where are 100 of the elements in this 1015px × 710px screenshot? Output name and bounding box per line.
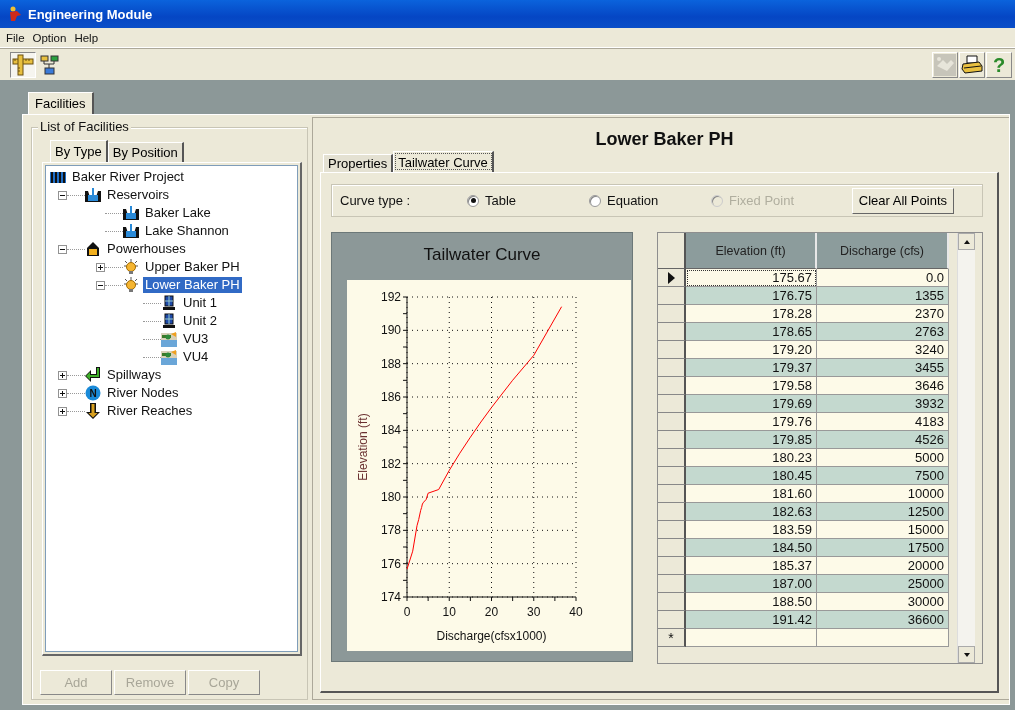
- table-cell[interactable]: 188.50: [686, 593, 817, 611]
- table-cell[interactable]: 179.76: [686, 413, 817, 431]
- table-cell[interactable]: 178.28: [686, 305, 817, 323]
- row-header[interactable]: [658, 449, 686, 467]
- collapse-toggle[interactable]: [58, 190, 67, 200]
- table-cell[interactable]: 3455: [817, 359, 949, 377]
- tab[interactable]: Properties: [323, 154, 394, 172]
- table-cell[interactable]: 20000: [817, 557, 949, 575]
- row-header[interactable]: [658, 611, 686, 629]
- tree-item[interactable]: Lower Baker PH: [143, 277, 242, 293]
- tree-item[interactable]: River Reaches: [105, 403, 195, 419]
- table-cell[interactable]: 2370: [817, 305, 949, 323]
- table-cell[interactable]: 180.45: [686, 467, 817, 485]
- table-cell[interactable]: 179.69: [686, 395, 817, 413]
- tab[interactable]: By Type: [50, 140, 108, 162]
- table-cell[interactable]: 36600: [817, 611, 949, 629]
- row-header[interactable]: [658, 323, 686, 341]
- tree-item[interactable]: Powerhouses: [105, 241, 188, 257]
- tree-item[interactable]: Baker Lake: [143, 205, 213, 221]
- table-cell[interactable]: 10000: [817, 485, 949, 503]
- tree-item[interactable]: River Nodes: [105, 385, 181, 401]
- row-header[interactable]: [658, 305, 686, 323]
- menu-item[interactable]: Option: [28, 31, 71, 44]
- tree-item[interactable]: Unit 1: [181, 295, 219, 311]
- row-header[interactable]: [658, 557, 686, 575]
- table-cell[interactable]: 185.37: [686, 557, 817, 575]
- menu-item[interactable]: File: [2, 31, 29, 44]
- table-cell[interactable]: 5000: [817, 449, 949, 467]
- tab[interactable]: By Position: [107, 142, 184, 162]
- row-header[interactable]: *: [658, 629, 686, 647]
- table-cell[interactable]: 175.67: [686, 269, 817, 287]
- table-cell[interactable]: 179.85: [686, 431, 817, 449]
- expand-toggle[interactable]: [58, 406, 67, 416]
- clear-button[interactable]: Clear All Points: [851, 187, 954, 214]
- table-cell[interactable]: 183.59: [686, 521, 817, 539]
- tab[interactable]: Tailwater Curve: [393, 151, 494, 172]
- table-cell[interactable]: 4183: [817, 413, 949, 431]
- table-cell[interactable]: 17500: [817, 539, 949, 557]
- row-header[interactable]: [658, 503, 686, 521]
- table-cell[interactable]: 179.37: [686, 359, 817, 377]
- column-header[interactable]: Discharge (cfs): [817, 233, 949, 269]
- table-cell[interactable]: 3932: [817, 395, 949, 413]
- collapse-toggle[interactable]: [58, 244, 67, 254]
- table-cell[interactable]: 178.65: [686, 323, 817, 341]
- table-cell[interactable]: 1355: [817, 287, 949, 305]
- scroll-down-button[interactable]: [958, 646, 975, 663]
- row-header[interactable]: [658, 269, 686, 287]
- table-cell[interactable]: [686, 629, 817, 647]
- table-cell[interactable]: 7500: [817, 467, 949, 485]
- row-header[interactable]: [658, 467, 686, 485]
- table-cell[interactable]: 179.20: [686, 341, 817, 359]
- table-cell[interactable]: 187.00: [686, 575, 817, 593]
- table-cell[interactable]: 30000: [817, 593, 949, 611]
- table-cell[interactable]: 184.50: [686, 539, 817, 557]
- column-header[interactable]: Elevation (ft): [686, 233, 817, 269]
- collapse-toggle[interactable]: [96, 280, 105, 290]
- row-header[interactable]: [658, 359, 686, 377]
- row-header[interactable]: [658, 431, 686, 449]
- table-cell[interactable]: 0.0: [817, 269, 949, 287]
- table-cell[interactable]: 3240: [817, 341, 949, 359]
- table-cell[interactable]: 3646: [817, 377, 949, 395]
- table-cell[interactable]: 191.42: [686, 611, 817, 629]
- tree-item[interactable]: VU4: [181, 349, 211, 365]
- tree-item[interactable]: Reservoirs: [105, 187, 172, 203]
- radio-label[interactable]: Table: [485, 193, 517, 208]
- table-cell[interactable]: 179.58: [686, 377, 817, 395]
- table-cell[interactable]: 180.23: [686, 449, 817, 467]
- table-cell[interactable]: 182.63: [686, 503, 817, 521]
- table-cell[interactable]: 181.60: [686, 485, 817, 503]
- row-header[interactable]: [658, 539, 686, 557]
- row-header[interactable]: [658, 287, 686, 305]
- tree-item[interactable]: Upper Baker PH: [143, 259, 242, 275]
- table-cell[interactable]: 25000: [817, 575, 949, 593]
- row-header[interactable]: [658, 341, 686, 359]
- tree-view[interactable]: Baker River Project Reservoirs Baker Lake Lake Shannon Powerhouses Upper Baker PH Lower Baker PH Unit 1 Unit 2 VU3 VU4 Spillways N River Nodes River Reaches: [45, 165, 298, 652]
- row-header[interactable]: [658, 413, 686, 431]
- row-header[interactable]: [658, 575, 686, 593]
- row-header[interactable]: [658, 395, 686, 413]
- table-cell[interactable]: 2763: [817, 323, 949, 341]
- vertical-scrollbar[interactable]: [957, 233, 975, 663]
- row-header[interactable]: [658, 593, 686, 611]
- row-header[interactable]: [658, 485, 686, 503]
- menu-item[interactable]: Help: [70, 31, 103, 44]
- table-cell[interactable]: 15000: [817, 521, 949, 539]
- tab[interactable]: Facilities: [28, 92, 94, 114]
- expand-toggle[interactable]: [96, 262, 105, 272]
- radio-label[interactable]: Equation: [607, 193, 659, 208]
- tree-item[interactable]: Spillways: [105, 367, 164, 383]
- table-cell[interactable]: 12500: [817, 503, 949, 521]
- tree-item[interactable]: Lake Shannon: [143, 223, 231, 239]
- tree-item[interactable]: VU3: [181, 331, 211, 347]
- toolbar-button[interactable]: ?: [986, 51, 1012, 78]
- expand-toggle[interactable]: [58, 370, 67, 380]
- tree-item[interactable]: Baker River Project: [70, 169, 186, 185]
- table-cell[interactable]: 176.75: [686, 287, 817, 305]
- table-cell[interactable]: [817, 629, 949, 647]
- tree-item[interactable]: Unit 2: [181, 313, 219, 329]
- expand-toggle[interactable]: [58, 388, 67, 398]
- table-cell[interactable]: 4526: [817, 431, 949, 449]
- row-header[interactable]: [658, 377, 686, 395]
